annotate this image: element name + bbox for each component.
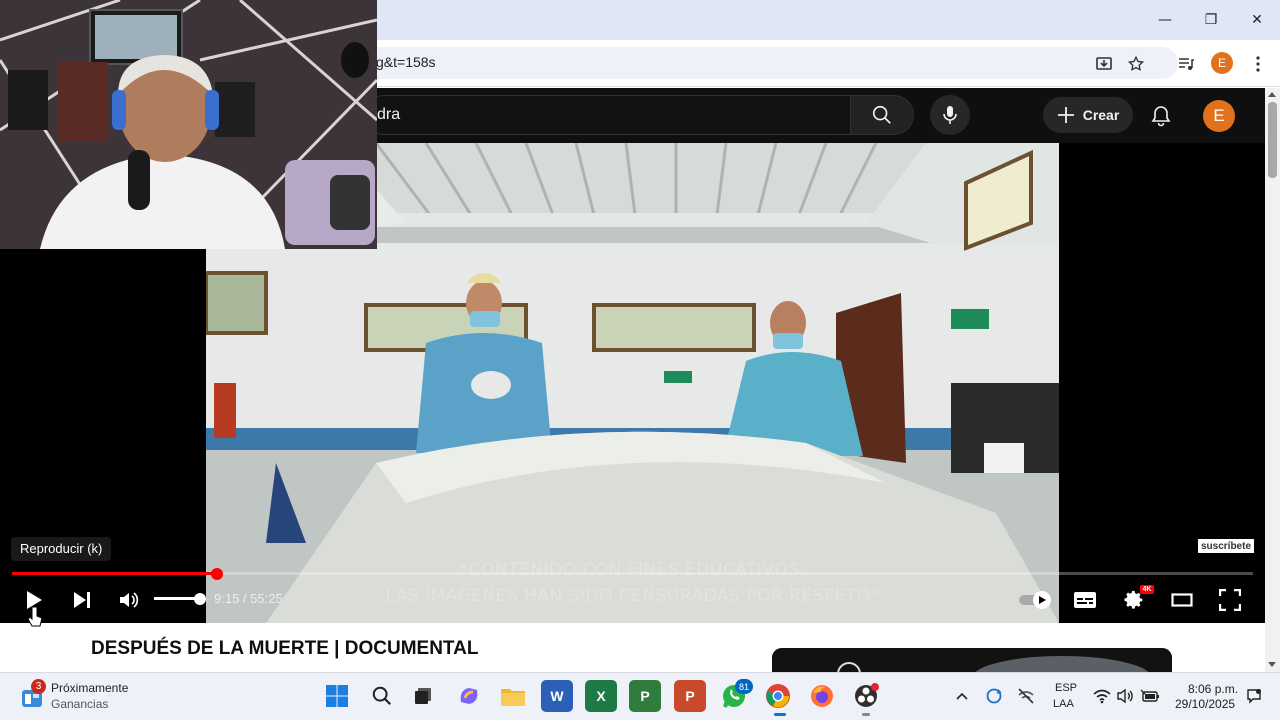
- mouse-cursor-icon: [27, 606, 43, 627]
- firefox-icon: [811, 685, 833, 707]
- theater-mode-button[interactable]: [1168, 586, 1196, 614]
- widget-notification-badge: 3: [31, 679, 46, 694]
- video-title: DESPUÉS DE LA MUERTE | DOCUMENTAL: [91, 638, 479, 659]
- plus-icon: [1057, 107, 1074, 123]
- excel-button[interactable]: X: [585, 680, 617, 712]
- obs-running-indicator: [862, 713, 870, 716]
- fullscreen-icon: [1219, 589, 1241, 611]
- word-button[interactable]: W: [541, 680, 573, 712]
- whatsapp-notification-badge: 81: [735, 679, 753, 694]
- copilot-button[interactable]: [453, 680, 485, 712]
- notification-center-icon[interactable]: [1244, 686, 1264, 706]
- wifi-icon[interactable]: [1092, 686, 1112, 706]
- mute-button[interactable]: [115, 586, 143, 614]
- address-bar-url: g&t=158s: [376, 54, 436, 70]
- language-indicator-top[interactable]: ESP: [1055, 682, 1077, 694]
- obs-icon: [855, 683, 879, 707]
- theater-mode-icon: [1171, 593, 1193, 607]
- browser-menu-icon[interactable]: [1244, 50, 1272, 78]
- chrome-active-indicator: [774, 713, 786, 716]
- progress-scrubber[interactable]: [211, 568, 223, 580]
- suggested-video-thumbnail[interactable]: [772, 648, 1172, 672]
- subscribe-watermark[interactable]: suscríbete: [1198, 539, 1254, 553]
- project-button[interactable]: P: [629, 680, 661, 712]
- quality-badge: 4K: [1140, 585, 1154, 594]
- chrome-icon: [766, 684, 790, 708]
- create-button[interactable]: Crear: [1043, 97, 1133, 133]
- progress-bar-played: [12, 572, 217, 575]
- chrome-button[interactable]: [762, 680, 794, 712]
- close-window-button[interactable]: ✕: [1234, 0, 1280, 40]
- notifications-button[interactable]: [1145, 100, 1177, 132]
- volume-icon: [120, 592, 139, 608]
- battery-icon[interactable]: [1140, 686, 1160, 706]
- show-hidden-icons-chevron-icon[interactable]: [952, 686, 972, 706]
- widget-title[interactable]: Próximamente: [51, 681, 128, 695]
- project-icon: P: [640, 688, 650, 704]
- account-avatar[interactable]: E: [1203, 100, 1235, 132]
- minimize-button[interactable]: —: [1142, 0, 1188, 40]
- scroll-down-arrow-icon[interactable]: [1267, 661, 1277, 669]
- task-view-button[interactable]: [407, 680, 439, 712]
- speaker-icon[interactable]: [1116, 686, 1136, 706]
- firefox-button[interactable]: [806, 680, 838, 712]
- voice-search-button[interactable]: [930, 95, 970, 135]
- create-button-label: Crear: [1082, 107, 1120, 123]
- network-disabled-icon[interactable]: [1016, 686, 1036, 706]
- powerpoint-button[interactable]: P: [674, 680, 706, 712]
- scroll-up-arrow-icon[interactable]: [1267, 90, 1277, 98]
- bell-icon: [1151, 106, 1171, 127]
- autoplay-toggle[interactable]: [1018, 586, 1054, 614]
- autoplay-toggle-icon: [1019, 591, 1051, 609]
- search-input-value: dra: [377, 106, 401, 123]
- search-icon: [372, 686, 392, 706]
- word-icon: W: [550, 688, 564, 704]
- language-indicator-bottom[interactable]: LAA: [1053, 698, 1074, 710]
- task-view-icon: [415, 688, 431, 704]
- media-control-icon[interactable]: [1172, 50, 1200, 78]
- time-display: 9:15 / 55:25: [214, 591, 283, 606]
- address-bar[interactable]: [362, 47, 1178, 79]
- subtitles-icon: [1074, 592, 1096, 608]
- sync-icon[interactable]: [984, 686, 1004, 706]
- browser-profile-avatar[interactable]: E: [1211, 52, 1233, 74]
- clock-time[interactable]: 8:06 p.m.: [1188, 682, 1238, 696]
- file-explorer-button[interactable]: [497, 680, 529, 712]
- search-button[interactable]: [850, 95, 914, 135]
- subtitle-line-1: *CONTENIDO CON FINES EDUCATIVOS.: [459, 560, 806, 580]
- next-video-button[interactable]: [68, 586, 96, 614]
- volume-slider-knob[interactable]: [194, 593, 206, 605]
- clock-date[interactable]: 29/10/2025: [1175, 697, 1235, 711]
- fullscreen-button[interactable]: [1216, 586, 1244, 614]
- copilot-icon: [460, 688, 478, 704]
- microphone-icon: [943, 106, 957, 124]
- start-button[interactable]: [321, 680, 353, 712]
- widget-subtitle[interactable]: Ganancias: [51, 697, 108, 711]
- taskbar-search-button[interactable]: [366, 680, 398, 712]
- scrollbar-thumb[interactable]: [1268, 102, 1277, 178]
- restore-button[interactable]: ❐: [1188, 0, 1234, 40]
- skip-next-icon: [74, 592, 90, 608]
- powerpoint-icon: P: [685, 688, 695, 704]
- obs-button[interactable]: [850, 680, 882, 712]
- subtitles-button[interactable]: [1071, 586, 1099, 614]
- install-app-icon[interactable]: [1090, 50, 1118, 78]
- folder-icon: [501, 689, 525, 706]
- subtitle-line-2: LAS IMAGENES HAN SIDO CENSURADAS POR RES…: [385, 586, 880, 606]
- search-input[interactable]: [364, 95, 850, 135]
- search-icon: [872, 105, 891, 124]
- windows-logo-icon: [326, 685, 348, 707]
- streamer-webcam-overlay: [0, 0, 377, 249]
- play-tooltip: Reproducir (k): [11, 537, 112, 561]
- bookmark-star-icon[interactable]: [1122, 50, 1150, 78]
- excel-icon: X: [596, 688, 606, 704]
